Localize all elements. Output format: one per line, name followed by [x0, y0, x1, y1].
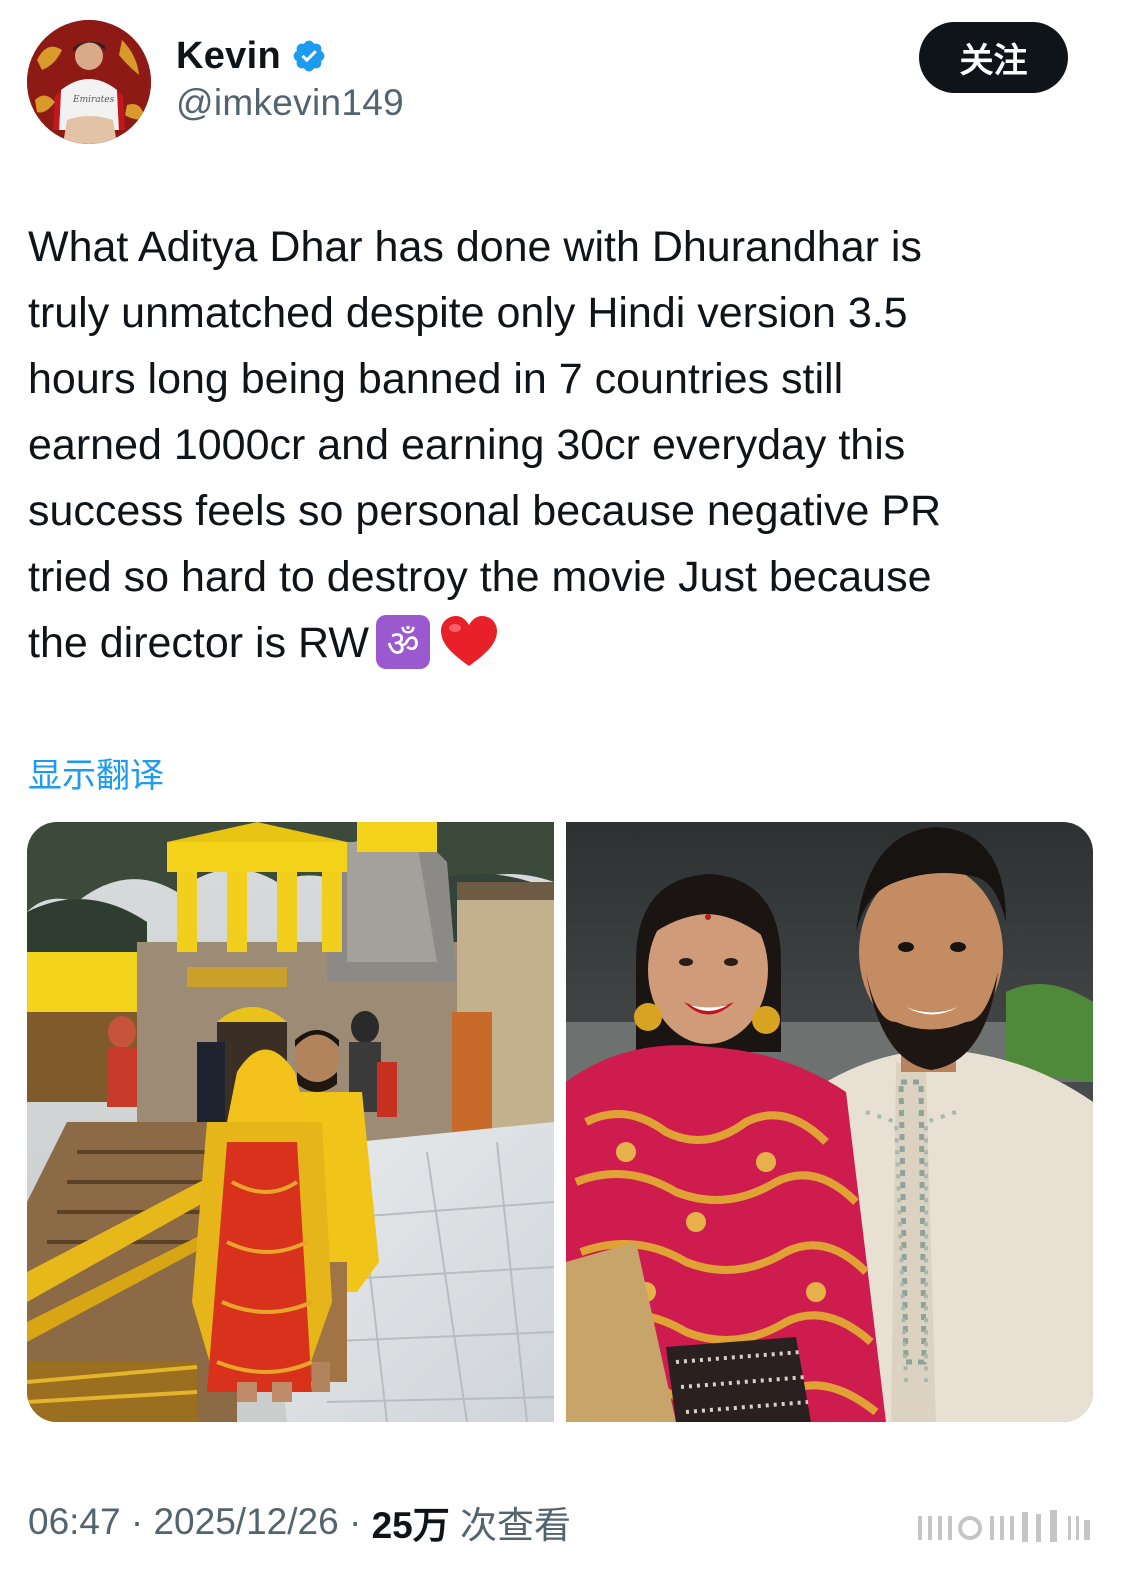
- tweet-date[interactable]: 2025/12/26: [153, 1501, 338, 1543]
- tweet-body: What Aditya Dhar has done with Dhurandha…: [28, 223, 942, 667]
- meta-separator: ·: [120, 1501, 154, 1542]
- views-count: 25万: [371, 1505, 450, 1546]
- media-grid: [27, 822, 1093, 1422]
- meta-separator: ·: [338, 1501, 372, 1542]
- tweet-time[interactable]: 06:47: [28, 1501, 121, 1543]
- avatar[interactable]: Emirates: [27, 20, 151, 144]
- tweet-photo-2[interactable]: [566, 822, 1093, 1422]
- tweet-text: What Aditya Dhar has done with Dhurandha…: [28, 214, 1068, 676]
- red-heart-emoji-icon: [440, 615, 497, 666]
- author-display-name[interactable]: Kevin: [176, 35, 281, 78]
- verified-badge-icon: [293, 40, 325, 72]
- author-handle[interactable]: @imkevin149: [176, 82, 404, 124]
- om-emoji-icon: ॐ: [375, 614, 430, 669]
- watermark-logo: [918, 1510, 1090, 1542]
- views-label: 次查看: [460, 1504, 571, 1547]
- author-name-row[interactable]: Kevin: [176, 30, 327, 82]
- svg-text:Emirates: Emirates: [72, 95, 115, 105]
- tweet-photo-1[interactable]: [27, 822, 554, 1422]
- show-translation-link[interactable]: 显示翻译: [28, 748, 164, 797]
- follow-button[interactable]: 关注: [919, 22, 1068, 93]
- svg-text:ॐ: ॐ: [387, 624, 420, 665]
- tweet-meta-row: 06:47 · 2025/12/26 · 25万 次查看: [28, 1498, 571, 1547]
